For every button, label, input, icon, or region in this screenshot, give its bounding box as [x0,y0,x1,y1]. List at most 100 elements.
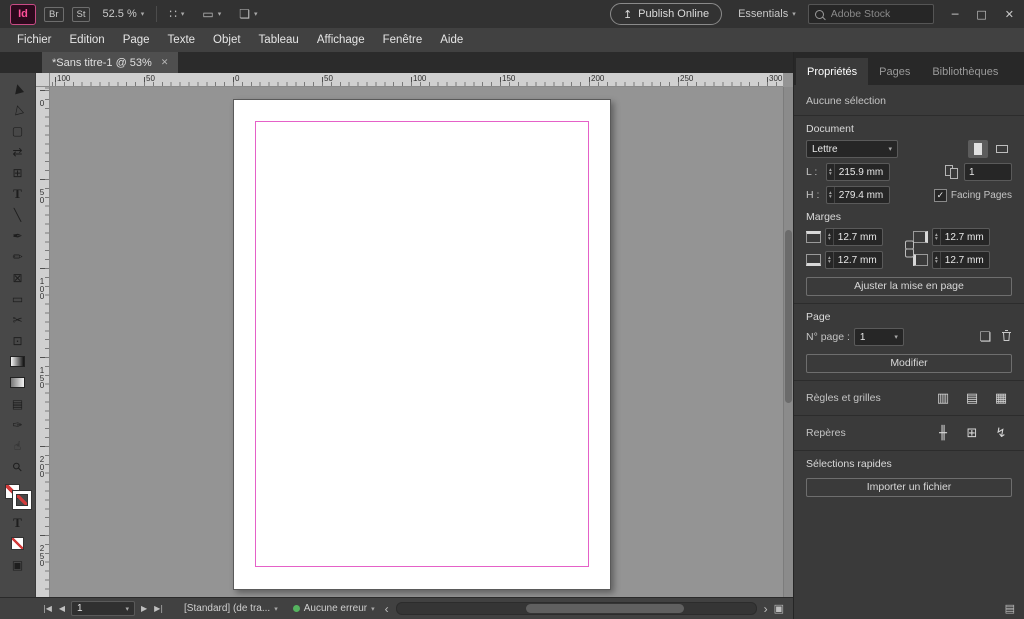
line-tool[interactable]: ╲ [3,204,33,225]
menu-item[interactable]: Fichier [8,28,61,52]
pencil-tool[interactable]: ✏ [3,246,33,267]
screen-mode-dropdown[interactable]: ▭▾ [198,4,225,24]
horizontal-ruler[interactable]: 10050050100150200250300 [50,73,783,87]
panel-options-icon[interactable]: ▤ [1005,602,1015,615]
facing-pages-checkbox[interactable]: ✓ [934,189,947,202]
top-margin-field[interactable]: ▴▾ 12.7 mm [825,228,883,246]
import-file-button[interactable]: Importer un fichier [806,478,1012,497]
gap-tool[interactable]: ⇄ [3,141,33,162]
menu-item[interactable]: Page [114,28,159,52]
close-tab-icon[interactable]: ✕ [161,58,169,68]
stepper-icon[interactable]: ▴▾ [827,187,835,203]
menu-item[interactable]: Aide [431,28,472,52]
content-collector-tool[interactable]: ⊞ [3,162,33,183]
bridge-button[interactable]: Br [44,7,64,22]
stepper-icon[interactable]: ▴▾ [826,252,834,268]
add-page-icon[interactable]: ❏ [979,330,991,345]
page-select[interactable]: 1 ▾ [71,601,135,616]
stepper-icon[interactable]: ▴▾ [827,164,835,180]
stock-search-input[interactable] [829,7,918,21]
vertical-scrollbar-thumb[interactable] [785,230,792,403]
horizontal-scrollbar-thumb[interactable] [526,604,684,613]
tab-pages[interactable]: Pages [868,58,921,85]
gradient-swatch-tool[interactable] [3,351,33,372]
stroke-color-well[interactable] [13,491,31,509]
apply-none-button[interactable] [3,533,33,554]
bottom-margin-field[interactable]: ▴▾ 12.7 mm [825,251,883,269]
formatting-affects-text-button[interactable]: T [3,512,33,533]
stepper-icon[interactable]: ▴▾ [933,229,941,245]
eyedropper-tool[interactable]: ✑ [3,414,33,435]
vertical-scrollbar[interactable] [783,87,793,597]
previous-page-button[interactable]: ◀ [58,604,66,613]
zoom-tool[interactable]: ⚲ [3,456,33,477]
landscape-orientation-button[interactable] [992,140,1012,158]
horizontal-scrollbar[interactable] [396,602,757,615]
maximize-button[interactable]: □ [976,8,986,21]
left-margin-field[interactable]: ▴▾ 12.7 mm [932,251,990,269]
menu-item[interactable]: Texte [159,28,205,52]
workspace-switcher[interactable]: Essentials ▾ [734,4,800,24]
menu-item[interactable]: Fenêtre [374,28,432,52]
tab-bibliothèques[interactable]: Bibliothèques [921,58,1009,85]
menu-item[interactable]: Objet [204,28,250,52]
note-tool[interactable]: ▤ [3,393,33,414]
right-margin-field[interactable]: ▴▾ 12.7 mm [932,228,990,246]
baseline-grid-button[interactable]: ▤ [961,388,983,408]
page-size-select[interactable]: Lettre ▾ [806,140,898,158]
page-tool[interactable]: ▢ [3,120,33,141]
first-page-button[interactable]: |◀ [42,604,53,613]
document-page[interactable] [233,99,611,590]
close-button[interactable]: ✕ [1005,8,1014,21]
preflight-profile-select[interactable]: [Standard] (de tra... ▾ [179,601,283,616]
link-margins-icon[interactable] [905,240,914,257]
smart-guides-button[interactable]: ↯ [990,423,1012,443]
stock-search[interactable] [808,4,934,24]
column-guides-button[interactable]: ⊞ [961,423,983,443]
preflight-status-select[interactable]: Aucune erreur ▾ [288,601,380,616]
gradient-feather-tool[interactable] [3,372,33,393]
last-page-button[interactable]: ▶| [153,604,164,613]
fit-window-icon[interactable]: ▣ [773,602,785,615]
pages-count-field[interactable]: 1 [964,163,1012,181]
menu-item[interactable]: Affichage [308,28,374,52]
tab-propriétés[interactable]: Propriétés [796,58,868,85]
stock-badge-button[interactable]: St [72,7,91,22]
next-page-button[interactable]: ▶ [140,604,148,613]
scroll-right-button[interactable]: › [764,604,768,614]
document-tab[interactable]: *Sans titre-1 @ 53% ✕ [42,52,178,73]
snap-guides-button[interactable]: ╫ [932,423,954,443]
zoom-level-select[interactable]: 52.5 % ▾ [98,4,148,24]
rectangle-tool[interactable]: ▭ [3,288,33,309]
vertical-ruler[interactable]: 050100150200250 [36,87,50,597]
adjust-layout-button[interactable]: Ajuster la mise en page [806,277,1012,296]
menu-item[interactable]: Edition [61,28,114,52]
scissors-tool[interactable]: ✂ [3,309,33,330]
edit-page-button[interactable]: Modifier [806,354,1012,373]
publish-online-button[interactable]: ↥ Publish Online [610,3,722,25]
stepper-icon[interactable]: ▴▾ [826,229,834,245]
screen-mode-button[interactable]: ▣ [3,554,33,575]
menu-item[interactable]: Tableau [250,28,308,52]
delete-page-icon[interactable] [1001,329,1012,345]
scroll-left-button[interactable]: ‹ [385,604,389,614]
stepper-icon[interactable]: ▴▾ [933,252,941,268]
rectangle-frame-tool[interactable]: ⊠ [3,267,33,288]
direct-selection-tool[interactable]: ▷ [3,99,33,120]
view-options-dropdown[interactable]: ∷▾ [165,4,188,24]
ruler-origin[interactable] [36,73,50,87]
minimize-button[interactable]: ─ [952,8,959,21]
height-field[interactable]: ▴▾ 279.4 mm [826,186,890,204]
pasteboard[interactable] [50,87,783,597]
selection-tool[interactable]: ▶ [3,78,33,99]
hand-tool[interactable]: ☝ [3,435,33,456]
arrange-documents-dropdown[interactable]: ❏▾ [235,4,261,24]
width-field[interactable]: ▴▾ 215.9 mm [826,163,890,181]
page-number-select[interactable]: 1 ▾ [854,328,904,346]
document-grid-button[interactable]: ▦ [990,388,1012,408]
ruler-guides-button[interactable]: ▥ [932,388,954,408]
free-transform-tool[interactable]: ⊡ [3,330,33,351]
pen-tool[interactable]: ✒ [3,225,33,246]
type-tool[interactable]: T [3,183,33,204]
portrait-orientation-button[interactable] [968,140,988,158]
